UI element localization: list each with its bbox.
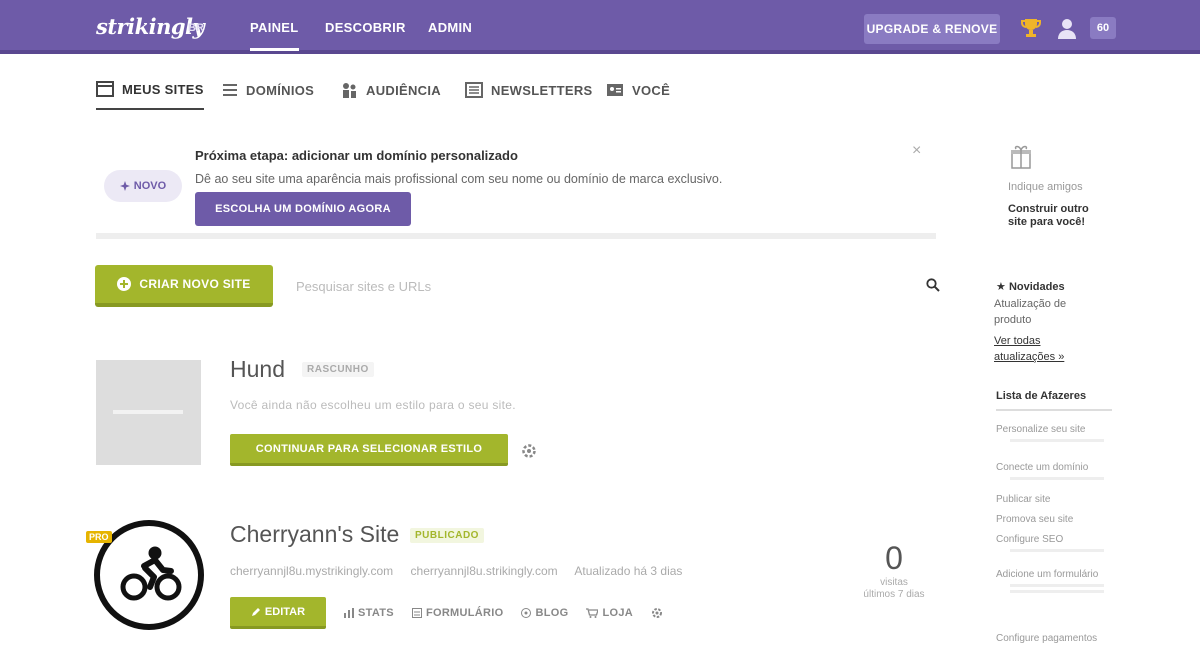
see-all-updates-link[interactable]: Ver todas atualizações »	[994, 333, 1094, 365]
language-badge[interactable]: BR	[188, 22, 204, 34]
checklist-item-label: Publicar site	[996, 494, 1051, 505]
visits-period: últimos 7 dias	[863, 589, 925, 600]
site-title[interactable]: Hund	[230, 356, 285, 383]
checklist-item[interactable]: Publicar site	[996, 493, 1114, 506]
checklist-item-label: Adicione um formulário	[996, 569, 1099, 580]
tab-domains[interactable]: DOMÍNIOS	[222, 70, 314, 110]
edit-label: EDITAR	[264, 605, 306, 618]
referral-text[interactable]: Construir outro site para você!	[1008, 203, 1100, 229]
site-title[interactable]: Cherryann's Site	[230, 521, 399, 548]
visits-counter: 0 visitas últimos 7 dias	[852, 540, 936, 601]
cart-icon	[586, 608, 599, 618]
gear-icon[interactable]	[521, 443, 537, 459]
create-site-label: CRIAR NOVO SITE	[139, 277, 251, 291]
notice-title: Próxima etapa: adicionar um domínio pers…	[195, 148, 518, 163]
referral-label[interactable]: Indique amigos	[1008, 181, 1083, 193]
nav-admin[interactable]: ADMIN	[428, 20, 472, 35]
search-input[interactable]	[296, 272, 946, 300]
store-link[interactable]: LOJA	[586, 607, 633, 619]
new-badge: NOVO	[104, 170, 182, 202]
pro-badge: PRO	[86, 531, 112, 543]
user-icon[interactable]	[1056, 16, 1078, 40]
tab-audience[interactable]: AUDIÊNCIA	[340, 70, 441, 110]
form-label: FORMULÁRIO	[425, 607, 504, 619]
notice-text: Dê ao seu site uma aparência mais profis…	[195, 172, 723, 186]
checklist-item-label: Conecte um domínio	[996, 462, 1089, 473]
custom-domain-link[interactable]: cherryannjl8u.mystrikingly.com	[230, 564, 393, 578]
tab-my-sites[interactable]: MEUS SITES	[96, 70, 204, 110]
site-actions: EDITAR STATS FORMULÁRIO BLOG LOJA	[230, 597, 663, 629]
checklist-item[interactable]: Configure pagamentos	[996, 632, 1114, 645]
pencil-icon	[251, 607, 260, 616]
gift-icon	[1011, 145, 1031, 169]
cyclist-icon	[120, 546, 182, 601]
settings-link[interactable]	[651, 607, 663, 619]
status-badge-draft: RASCUNHO	[302, 362, 374, 377]
create-site-button[interactable]: CRIAR NOVO SITE	[95, 265, 273, 307]
blog-link[interactable]: BLOG	[521, 607, 568, 619]
site-links: cherryannjl8u.mystrikingly.com cherryann…	[230, 564, 696, 578]
site-thumbnail[interactable]	[96, 360, 201, 465]
close-icon[interactable]: ×	[912, 142, 921, 160]
plus-circle-icon	[117, 277, 132, 291]
tab-label: DOMÍNIOS	[246, 82, 315, 98]
blog-icon	[521, 608, 532, 618]
bar-chart-icon	[344, 608, 354, 618]
trophy-icon[interactable]	[1020, 16, 1042, 40]
browser-window-icon	[96, 81, 114, 97]
store-label: LOJA	[602, 607, 634, 619]
checklist-item-label: Personalize seu site	[996, 424, 1086, 435]
checklist-heading: Lista de Afazeres	[996, 390, 1087, 402]
updated-timestamp: Atualizado há 3 dias	[574, 564, 683, 578]
gear-icon	[652, 608, 663, 618]
visits-label: visitas	[880, 577, 908, 588]
form-link[interactable]: FORMULÁRIO	[411, 607, 504, 619]
divider	[96, 233, 936, 239]
checklist-item[interactable]: Promova seu site	[996, 513, 1114, 526]
news-heading-label: Novidades	[1008, 281, 1065, 293]
blog-label: BLOG	[535, 607, 569, 619]
zoom-badge[interactable]: 60	[1090, 17, 1116, 39]
stats-label: STATS	[358, 607, 394, 619]
news-heading: ★ Novidades	[996, 280, 1065, 293]
top-navigation-bar: strikingly BR PAINEL DESCOBRIR ADMIN UPG…	[0, 0, 1200, 54]
checklist-item[interactable]: Conecte um domínio	[996, 461, 1114, 480]
divider	[996, 409, 1112, 411]
nav-discover[interactable]: DESCOBRIR	[325, 20, 406, 35]
people-icon	[343, 83, 356, 98]
strikingly-url-link[interactable]: cherryannjl8u.strikingly.com	[411, 564, 558, 578]
news-text: Atualização de produto	[994, 298, 1067, 326]
tab-newsletters[interactable]: NEWSLETTERS	[465, 70, 593, 110]
tab-label: NEWSLETTERS	[491, 82, 593, 98]
checklist-item-label: Promova seu site	[996, 514, 1074, 525]
nav-dashboard[interactable]: PAINEL	[250, 20, 299, 51]
person-card-icon	[607, 84, 623, 96]
site-description: Você ainda não escolheu um estilo para o…	[230, 398, 516, 412]
choose-domain-button[interactable]: ESCOLHA UM DOMÍNIO AGORA	[195, 192, 411, 226]
new-badge-label: NOVO	[133, 180, 167, 192]
form-icon	[411, 608, 422, 618]
checklist-item-label: Configure pagamentos	[996, 633, 1098, 644]
checklist-item[interactable]: Adicione um formulário	[996, 568, 1114, 593]
newspaper-icon	[465, 82, 483, 98]
visits-count: 0	[885, 540, 903, 576]
checklist-item[interactable]: Personalize seu site	[996, 423, 1114, 442]
continue-style-button[interactable]: CONTINUAR PARA SELECIONAR ESTILO	[230, 434, 508, 466]
checklist-item-label: Configure SEO	[996, 534, 1064, 545]
tab-you[interactable]: VOCÊ	[606, 70, 670, 110]
tab-label: VOCÊ	[632, 82, 671, 98]
tab-label: MEUS SITES	[122, 81, 204, 97]
sparkle-icon	[119, 181, 130, 191]
stats-link[interactable]: STATS	[344, 607, 394, 619]
upgrade-button[interactable]: UPGRADE & RENOVE	[864, 14, 1000, 44]
checklist-item[interactable]: Configure SEO	[996, 533, 1114, 552]
status-badge-published: PUBLICADO	[410, 528, 484, 543]
list-icon	[223, 84, 237, 96]
edit-button[interactable]: EDITAR	[230, 597, 326, 629]
star-icon: ★	[996, 281, 1006, 293]
tab-label: AUDIÊNCIA	[366, 82, 441, 98]
search-icon[interactable]	[926, 278, 940, 292]
